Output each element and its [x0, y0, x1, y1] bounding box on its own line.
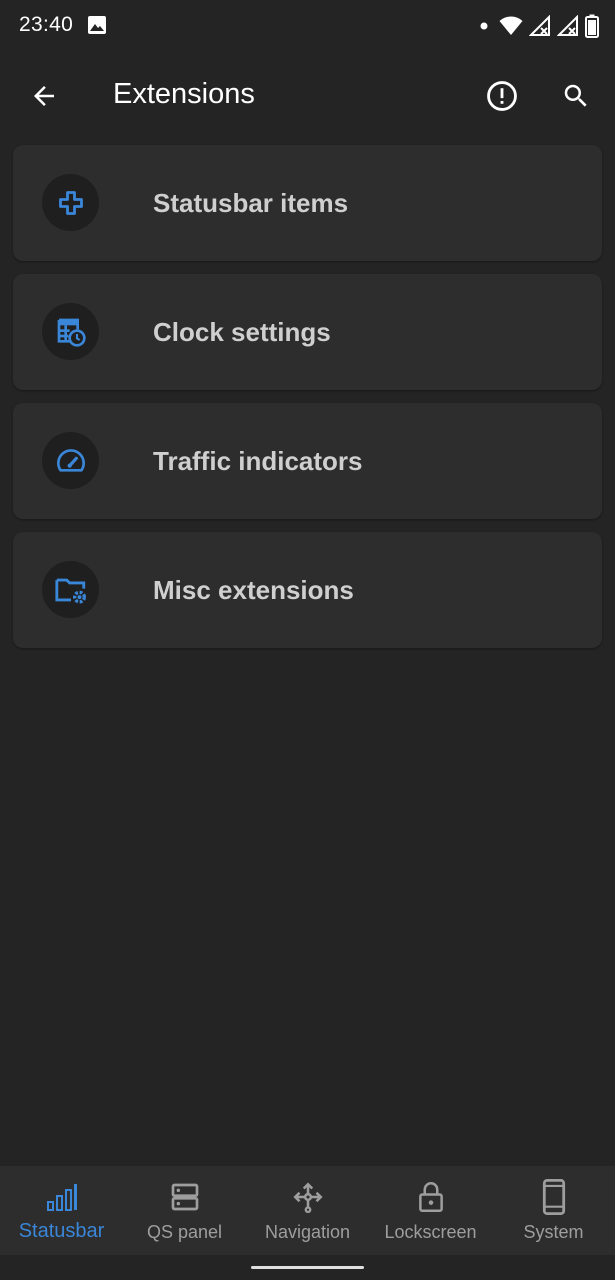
alert-circle-icon [487, 81, 517, 111]
move-arrows-icon [292, 1182, 323, 1214]
card-icon-container [42, 561, 99, 618]
nav-label: QS panel [146, 1222, 223, 1242]
card-traffic-indicators[interactable]: Traffic indicators [13, 403, 602, 519]
signal-no-sim-icon [529, 15, 550, 36]
wifi-icon [499, 16, 523, 35]
nav-icon-container [0, 1180, 123, 1214]
back-button[interactable] [22, 74, 66, 118]
search-button[interactable] [554, 74, 598, 118]
card-icon-container [42, 303, 99, 360]
card-misc-extensions[interactable]: Misc extensions [13, 532, 602, 648]
status-icons [475, 12, 599, 40]
nav-item-qs-panel[interactable]: QS panel [123, 1166, 246, 1255]
card-label: Misc extensions [153, 575, 354, 605]
folder-settings-icon [54, 578, 86, 604]
speedometer-icon [56, 448, 85, 472]
nav-icon-container [246, 1180, 369, 1214]
nav-item-statusbar[interactable]: Statusbar [0, 1166, 123, 1255]
card-icon-container [42, 174, 99, 231]
lock-icon [418, 1182, 443, 1212]
nav-icon-container [369, 1180, 492, 1214]
page-title: Extensions [113, 78, 255, 110]
app-bar: Extensions [0, 52, 615, 138]
card-label: Clock settings [153, 317, 331, 347]
server-icon [171, 1183, 198, 1211]
system-gesture-area [0, 1255, 615, 1280]
bottom-navigation: Statusbar QS panel Navigation Lockscreen… [0, 1166, 615, 1255]
bar-chart-icon [46, 1184, 77, 1211]
nav-icon-container [492, 1179, 615, 1215]
medical-cross-icon [58, 190, 83, 215]
nav-item-lockscreen[interactable]: Lockscreen [369, 1166, 492, 1255]
extensions-list: Statusbar items Clock settings Traffic i [13, 145, 602, 661]
table-clock-icon [57, 318, 86, 347]
gesture-handle[interactable] [251, 1266, 364, 1269]
nav-label: Statusbar [18, 1220, 105, 1242]
image-notification-icon [88, 16, 106, 34]
status-time: 23:40 [19, 13, 74, 36]
phone-icon [542, 1179, 565, 1215]
nav-label: System [523, 1222, 584, 1242]
battery-icon [585, 14, 599, 38]
card-statusbar-items[interactable]: Statusbar items [13, 145, 602, 261]
nav-icon-container [123, 1180, 246, 1214]
search-icon [564, 84, 587, 107]
card-icon-container [42, 432, 99, 489]
status-bar: 23:40 [0, 0, 615, 52]
info-button[interactable] [480, 74, 524, 118]
arrow-left-icon [34, 86, 54, 106]
dot-icon [480, 22, 488, 30]
card-label: Statusbar items [153, 188, 349, 218]
nav-label: Lockscreen [384, 1222, 477, 1242]
card-label: Traffic indicators [153, 446, 363, 476]
card-clock-settings[interactable]: Clock settings [13, 274, 602, 390]
nav-item-system[interactable]: System [492, 1166, 615, 1255]
signal-no-sim-icon-2 [557, 15, 578, 36]
nav-item-navigation[interactable]: Navigation [246, 1166, 369, 1255]
nav-label: Navigation [264, 1222, 351, 1242]
